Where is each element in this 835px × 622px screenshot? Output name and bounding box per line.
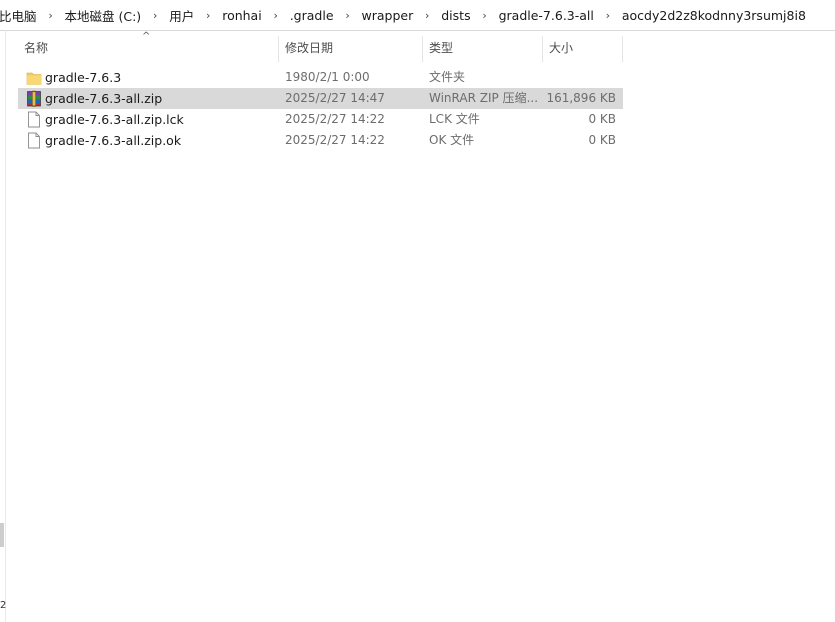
file-type: LCK 文件	[429, 112, 480, 126]
chevron-right-icon[interactable]: ›	[416, 9, 438, 22]
chevron-right-icon[interactable]: ›	[597, 9, 619, 22]
breadcrumb-item-wrapper[interactable]: wrapper	[359, 8, 417, 23]
file-date: 1980/2/1 0:00	[285, 70, 370, 84]
column-divider[interactable]	[622, 36, 623, 62]
folder-icon	[26, 72, 42, 85]
breadcrumb-item-users[interactable]: 用户	[166, 6, 197, 25]
file-size: 0 KB	[588, 112, 616, 126]
nav-pane-clipped-text: 2	[0, 600, 7, 611]
breadcrumb-item-local-disk[interactable]: 本地磁盘 (C:)	[62, 6, 145, 25]
breadcrumb-item-gradle[interactable]: .gradle	[287, 8, 337, 23]
breadcrumb-item-gradle-all[interactable]: gradle-7.6.3-all	[496, 8, 597, 23]
file-icon	[28, 132, 40, 149]
file-name: gradle-7.6.3-all.zip	[45, 91, 163, 106]
column-header: ^ 名称 修改日期 类型 大小	[18, 31, 623, 62]
file-name: gradle-7.6.3-all.zip.lck	[45, 112, 184, 127]
breadcrumb-item-dists[interactable]: dists	[438, 8, 473, 23]
chevron-right-icon[interactable]: ›	[265, 9, 287, 22]
file-row-lck[interactable]: gradle-7.6.3-all.zip.lck 2025/2/27 14:22…	[18, 109, 623, 130]
file-size: 161,896 KB	[546, 91, 616, 105]
file-row-folder[interactable]: gradle-7.6.3 1980/2/1 0:00 文件夹	[18, 67, 623, 88]
chevron-right-icon[interactable]: ›	[474, 9, 496, 22]
file-date: 2025/2/27 14:22	[285, 133, 385, 147]
file-size	[543, 67, 616, 88]
chevron-right-icon[interactable]: ›	[40, 9, 62, 22]
column-header-name[interactable]: 名称	[18, 34, 278, 62]
chevron-right-icon[interactable]: ›	[337, 9, 359, 22]
file-size: 0 KB	[588, 133, 616, 147]
file-type: OK 文件	[429, 133, 475, 147]
file-name: gradle-7.6.3	[45, 70, 122, 85]
column-header-type[interactable]: 类型	[423, 34, 542, 62]
file-row-zip[interactable]: gradle-7.6.3-all.zip 2025/2/27 14:47 Win…	[18, 88, 623, 109]
chevron-right-icon[interactable]: ›	[197, 9, 219, 22]
file-list: gradle-7.6.3 1980/2/1 0:00 文件夹 gradle-7.…	[18, 67, 623, 151]
file-date: 2025/2/27 14:47	[285, 91, 385, 105]
file-type: 文件夹	[429, 70, 466, 84]
file-explorer-window: 比电脑 › 本地磁盘 (C:) › 用户 › ronhai › .gradle …	[0, 0, 835, 622]
file-row-ok[interactable]: gradle-7.6.3-all.zip.ok 2025/2/27 14:22 …	[18, 130, 623, 151]
navigation-scrollbar-thumb[interactable]	[0, 523, 4, 547]
breadcrumb-item-hash-folder[interactable]: aocdy2d2z8kodnny3rsumj8i8	[619, 8, 809, 23]
file-icon	[28, 111, 40, 128]
breadcrumb-item-this-pc[interactable]: 比电脑	[0, 6, 40, 25]
column-header-date[interactable]: 修改日期	[279, 34, 422, 62]
breadcrumb-item-ronhai[interactable]: ronhai	[219, 8, 265, 23]
column-header-size[interactable]: 大小	[543, 34, 623, 62]
file-date: 2025/2/27 14:22	[285, 112, 385, 126]
file-type: WinRAR ZIP 压缩...	[429, 91, 539, 105]
file-name: gradle-7.6.3-all.zip.ok	[45, 133, 182, 148]
address-bar[interactable]: 比电脑 › 本地磁盘 (C:) › 用户 › ronhai › .gradle …	[0, 0, 835, 31]
chevron-right-icon[interactable]: ›	[144, 9, 166, 22]
breadcrumb: 比电脑 › 本地磁盘 (C:) › 用户 › ronhai › .gradle …	[0, 0, 809, 30]
winrar-archive-icon	[27, 90, 41, 107]
